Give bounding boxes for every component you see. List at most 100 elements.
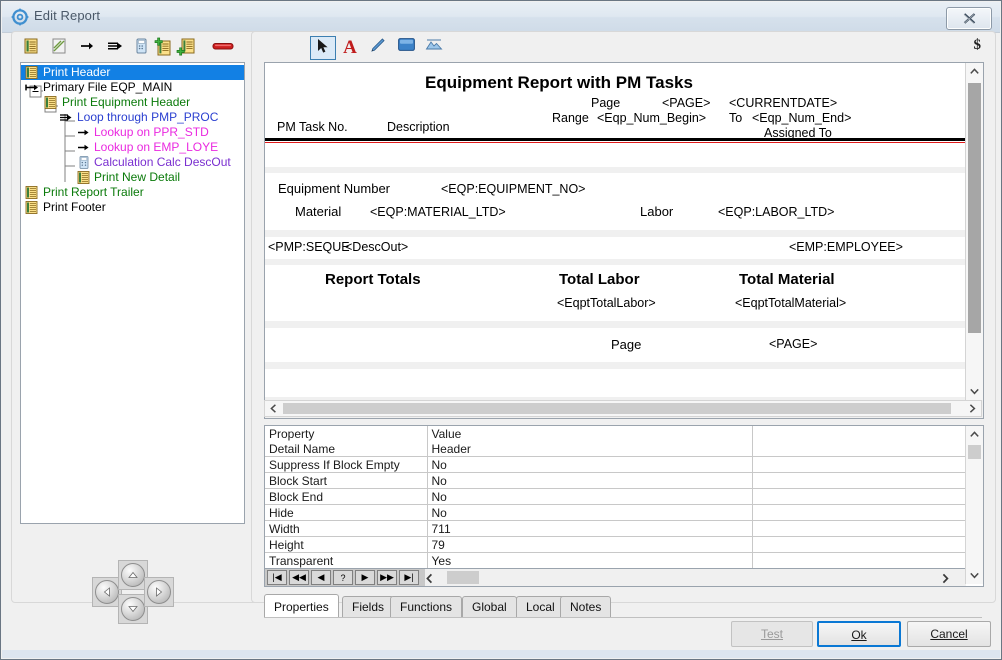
cell-extra[interactable] xyxy=(752,552,966,569)
page-label[interactable]: Page xyxy=(591,96,620,110)
total-material-label[interactable]: Total Material xyxy=(739,271,835,288)
report-title[interactable]: Equipment Report with PM Tasks xyxy=(425,73,693,93)
tab-functions[interactable]: Functions xyxy=(390,596,463,617)
add-block-icon[interactable] xyxy=(176,37,195,56)
grid-horizontal-scrollbar[interactable] xyxy=(425,569,966,586)
table-row[interactable]: Suppress If Block Empty No xyxy=(265,456,966,473)
loop-icon[interactable] xyxy=(106,37,124,55)
cell-value[interactable]: 711 xyxy=(427,520,753,537)
table-row[interactable]: Width 711 xyxy=(265,520,966,537)
prev-page-button[interactable]: ◀◀ xyxy=(289,570,309,585)
cell-extra[interactable] xyxy=(752,520,966,537)
band-detail[interactable]: <PMP:SEQUE <DescOut> <EMP:EMPLOYEE> xyxy=(265,237,965,259)
column-header-description[interactable]: Description xyxy=(387,120,450,134)
tab-local[interactable]: Local xyxy=(516,596,565,617)
table-row[interactable]: Block Start No xyxy=(265,472,966,489)
band-page-header[interactable]: Equipment Report with PM Tasks Page <PAG… xyxy=(265,63,965,167)
footer-page-label[interactable]: Page xyxy=(611,337,641,352)
currency-icon[interactable]: $ xyxy=(974,37,982,54)
cell-value[interactable]: No xyxy=(427,456,753,473)
scroll-thumb[interactable] xyxy=(283,403,951,414)
canvas-horizontal-scrollbar[interactable] xyxy=(264,400,982,417)
band-bottom-strip[interactable] xyxy=(265,369,965,397)
range-begin-field[interactable]: <Eqp_Num_Begin> xyxy=(597,111,706,125)
scroll-up-button[interactable] xyxy=(966,63,983,80)
sequence-field[interactable]: <PMP:SEQUE xyxy=(268,240,350,254)
prev-record-button[interactable]: ◀ xyxy=(311,570,331,585)
report-icon[interactable] xyxy=(22,37,40,55)
properties-grid[interactable]: Property Value Detail Name Header Suppre… xyxy=(264,425,984,587)
page-field[interactable]: <PAGE> xyxy=(662,96,710,110)
tab-global[interactable]: Global xyxy=(462,596,517,617)
range-to-label[interactable]: To xyxy=(729,111,742,125)
descout-field[interactable]: <DescOut> xyxy=(345,240,408,254)
add-detail-icon[interactable] xyxy=(152,37,171,56)
total-material-field[interactable]: <EqptTotalMaterial> xyxy=(735,296,846,310)
report-canvas[interactable]: Equipment Report with PM Tasks Page <PAG… xyxy=(265,63,965,400)
next-page-button[interactable]: ▶▶ xyxy=(377,570,397,585)
cell-value[interactable]: Value xyxy=(427,426,753,441)
calculation-icon[interactable] xyxy=(132,37,150,55)
material-label[interactable]: Material xyxy=(295,204,341,219)
tab-fields[interactable]: Fields xyxy=(342,596,395,617)
cell-extra[interactable] xyxy=(752,488,966,505)
scroll-right-button[interactable] xyxy=(964,401,981,416)
scroll-up-button[interactable] xyxy=(966,426,983,443)
cell-property[interactable]: Width xyxy=(265,520,428,537)
cell-extra[interactable] xyxy=(752,504,966,521)
scroll-thumb[interactable] xyxy=(968,445,981,459)
next-record-button[interactable]: ▶ xyxy=(355,570,375,585)
canvas-vertical-scrollbar[interactable] xyxy=(965,63,983,400)
scroll-thumb[interactable] xyxy=(968,83,981,333)
line-tool-button[interactable] xyxy=(366,36,390,58)
close-button[interactable] xyxy=(946,7,992,30)
scroll-right-button[interactable] xyxy=(941,571,950,586)
table-row[interactable]: Hide No xyxy=(265,504,966,521)
scroll-left-button[interactable] xyxy=(425,571,434,586)
first-record-button[interactable]: |◀ xyxy=(267,570,287,585)
text-tool-button[interactable]: A xyxy=(338,36,362,58)
cell-property[interactable]: Suppress If Block Empty xyxy=(265,456,428,473)
cell-extra[interactable] xyxy=(752,441,966,457)
scroll-down-button[interactable] xyxy=(966,567,983,584)
cell-property[interactable]: Detail Name xyxy=(265,441,428,457)
tab-properties[interactable]: Properties xyxy=(264,594,339,618)
delete-icon[interactable] xyxy=(211,37,235,55)
band-equipment-header[interactable]: Equipment Number <EQP:EQUIPMENT_NO> Mate… xyxy=(265,173,965,230)
cell-property[interactable]: Height xyxy=(265,536,428,553)
cell-extra[interactable] xyxy=(752,536,966,553)
cell-property[interactable]: Transparent xyxy=(265,552,428,569)
arrow-right-icon[interactable] xyxy=(78,37,96,55)
cell-value[interactable]: No xyxy=(427,488,753,505)
scroll-thumb[interactable] xyxy=(447,571,479,584)
equipment-number-field[interactable]: <EQP:EQUIPMENT_NO> xyxy=(441,182,585,196)
equipment-number-label[interactable]: Equipment Number xyxy=(278,181,390,196)
select-arrow-tool-button[interactable] xyxy=(310,36,336,60)
cell-property[interactable]: Block Start xyxy=(265,472,428,489)
report-structure-tree[interactable]: Print Header Primary File EQP_MAIN Print… xyxy=(20,62,245,524)
table-row[interactable]: Block End No xyxy=(265,488,966,505)
cancel-button[interactable]: Cancel xyxy=(907,621,991,647)
currentdate-field[interactable]: <CURRENTDATE> xyxy=(729,96,837,110)
ok-button[interactable]: Ok xyxy=(817,621,901,647)
column-header-task-no[interactable]: PM Task No. xyxy=(277,120,348,134)
band-report-totals[interactable]: Report Totals Total Labor Total Material… xyxy=(265,265,965,321)
labor-field[interactable]: <EQP:LABOR_LTD> xyxy=(718,205,835,219)
cell-extra[interactable] xyxy=(752,456,966,473)
tree-item-print-header[interactable]: Print Header xyxy=(21,65,244,80)
cell-extra[interactable] xyxy=(752,472,966,489)
scroll-left-button[interactable] xyxy=(265,401,282,416)
edit-report-icon[interactable] xyxy=(50,37,68,55)
range-label[interactable]: Range xyxy=(552,111,589,125)
cell-value[interactable]: 79 xyxy=(427,536,753,553)
scroll-down-button[interactable] xyxy=(966,383,983,400)
footer-page-field[interactable]: <PAGE> xyxy=(769,337,817,351)
cell-value[interactable]: Yes xyxy=(427,552,753,569)
total-labor-field[interactable]: <EqptTotalLabor> xyxy=(557,296,656,310)
cell-value[interactable]: No xyxy=(427,504,753,521)
total-labor-label[interactable]: Total Labor xyxy=(559,271,640,288)
cell-property[interactable]: Block End xyxy=(265,488,428,505)
cell-extra[interactable] xyxy=(752,426,966,441)
table-row[interactable]: Height 79 xyxy=(265,536,966,553)
last-record-button[interactable]: ▶| xyxy=(399,570,419,585)
